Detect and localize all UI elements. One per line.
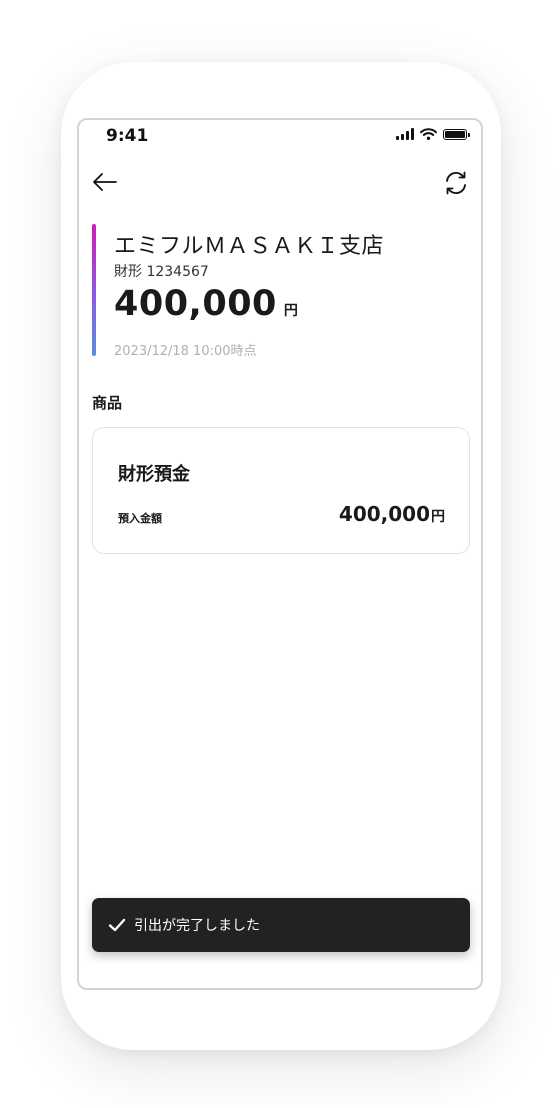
- refresh-button[interactable]: [441, 168, 471, 198]
- app-screen: 9:41 エミフルＭＡＳＡＫＩ支店 財形 1234567 400,000 円 2…: [77, 118, 483, 990]
- status-time: 9:41: [106, 126, 149, 146]
- product-card[interactable]: 財形預金 預入金額 400,000 円: [92, 427, 470, 554]
- deposit-amount-label: 預入金額: [118, 512, 162, 525]
- back-button[interactable]: [89, 168, 121, 196]
- balance-amount: 400,000: [114, 284, 277, 324]
- check-icon: [108, 918, 126, 932]
- balance-timestamp: 2023/12/18 10:00時点: [114, 344, 257, 359]
- status-icons: [396, 128, 470, 140]
- refresh-icon: [446, 171, 466, 195]
- account-accent-bar: [92, 224, 96, 356]
- deposit-amount-value: 400,000: [338, 502, 430, 526]
- deposit-amount: 400,000 円: [339, 502, 445, 526]
- account-number: 財形 1234567: [114, 264, 209, 280]
- battery-icon: [443, 128, 470, 140]
- product-name: 財形預金: [118, 464, 190, 485]
- balance: 400,000 円: [114, 284, 298, 324]
- toast-message: 引出が完了しました: [134, 918, 260, 934]
- success-toast: 引出が完了しました: [92, 898, 470, 952]
- deposit-amount-unit: 円: [431, 509, 445, 525]
- cellular-signal-icon: [396, 128, 414, 140]
- products-section-title: 商品: [92, 394, 123, 412]
- wifi-icon: [420, 128, 437, 140]
- balance-unit: 円: [283, 303, 298, 319]
- arrow-left-icon: [93, 173, 117, 191]
- store-name: エミフルＭＡＳＡＫＩ支店: [114, 234, 385, 259]
